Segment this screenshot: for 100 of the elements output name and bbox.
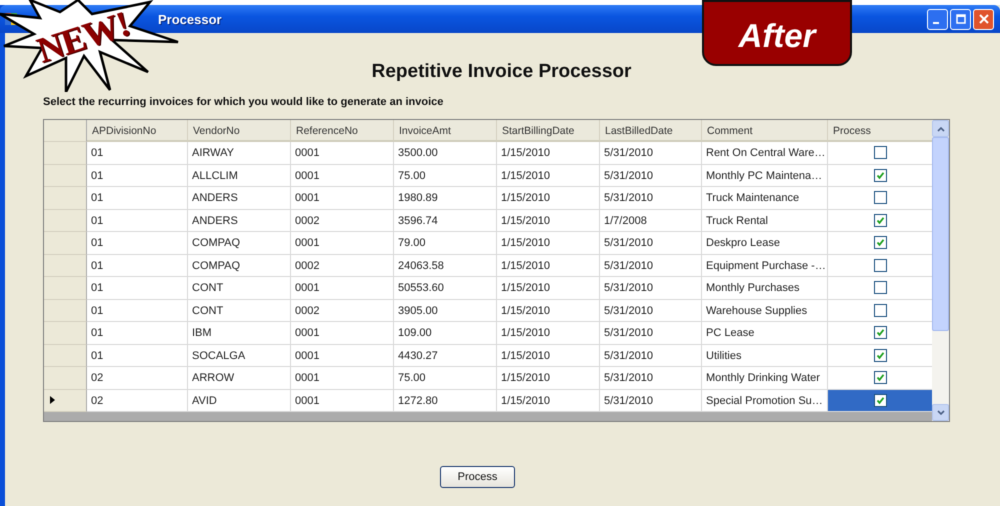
process-checkbox[interactable] <box>874 258 886 272</box>
table-cell: CONT <box>188 300 291 322</box>
minimize-icon <box>932 22 938 24</box>
table-cell: Warehouse Supplies <box>702 300 828 322</box>
table-cell: 0001 <box>291 367 394 390</box>
table-cell: 01 <box>87 142 188 164</box>
table-cell: 1/7/2008 <box>600 210 702 232</box>
table-cell: 3500.00 <box>394 142 497 164</box>
table-cell: 3596.74 <box>394 210 497 232</box>
vertical-scrollbar[interactable] <box>932 120 949 421</box>
table-cell: 1/15/2010 <box>497 232 600 254</box>
table-cell: 5/31/2010 <box>600 164 702 187</box>
process-checkbox[interactable] <box>874 191 886 204</box>
table-cell: 1/15/2010 <box>497 164 600 187</box>
column-header[interactable]: LastBilledDate <box>600 120 702 142</box>
close-icon <box>978 14 988 24</box>
table-cell: 01 <box>87 322 188 344</box>
after-badge: After <box>702 0 852 66</box>
process-checkbox[interactable] <box>874 146 886 160</box>
down-chevron-icon <box>936 410 944 416</box>
up-chevron-icon <box>936 126 944 132</box>
process-checkbox[interactable] <box>874 281 886 294</box>
process-checkbox[interactable] <box>874 236 886 250</box>
table-cell: Monthly Purchases <box>702 277 828 300</box>
table-cell: 5/31/2010 <box>600 232 702 254</box>
table-cell: 0002 <box>291 210 394 232</box>
table-cell: 1/15/2010 <box>497 254 600 277</box>
table-cell: 0002 <box>291 300 394 322</box>
table-cell: 79.00 <box>394 232 497 254</box>
process-checkbox[interactable] <box>874 168 886 182</box>
table-cell: 01 <box>87 344 188 367</box>
scroll-up-button[interactable] <box>932 120 949 137</box>
process-checkbox[interactable] <box>874 371 886 384</box>
table-cell: CONT <box>188 277 291 300</box>
table-cell: 1/15/2010 <box>497 367 600 390</box>
maximize-button[interactable] <box>950 8 971 30</box>
table-cell: 01 <box>87 232 188 254</box>
table-cell: 1980.89 <box>394 187 497 210</box>
table-cell: Rent On Central Ware… <box>702 142 828 164</box>
table-cell: 01 <box>87 210 188 232</box>
table-cell: 1/15/2010 <box>497 344 600 367</box>
table-cell: 0002 <box>291 254 394 277</box>
table-cell: COMPAQ <box>188 254 291 277</box>
column-header[interactable]: StartBillingDate <box>497 120 600 142</box>
column-header[interactable]: Process <box>828 120 932 142</box>
process-checkbox[interactable] <box>874 214 886 227</box>
close-button[interactable] <box>973 8 994 30</box>
form-heading: Repetitive Invoice Processor <box>370 61 632 83</box>
table-cell: 4430.27 <box>394 344 497 367</box>
table-cell: 5/31/2010 <box>600 300 702 322</box>
table-cell: SOCALGA <box>188 344 291 367</box>
table-cell: 1/15/2010 <box>497 322 600 344</box>
table-cell: ALLCLIM <box>188 164 291 187</box>
scroll-down-button[interactable] <box>932 404 949 421</box>
table-cell: 1/15/2010 <box>497 300 600 322</box>
table-cell: ANDERS <box>188 210 291 232</box>
table-cell: 5/31/2010 <box>600 142 702 164</box>
table-cell: Deskpro Lease <box>702 232 828 254</box>
maximize-icon <box>956 14 966 24</box>
column-header[interactable]: APDivisionNo <box>87 120 188 142</box>
table-cell: 01 <box>87 277 188 300</box>
column-header[interactable]: Comment <box>702 120 828 142</box>
table-cell: 0001 <box>291 277 394 300</box>
process-checkbox[interactable] <box>874 326 886 340</box>
column-header[interactable]: InvoiceAmt <box>394 120 497 142</box>
table-cell: 01 <box>87 164 188 187</box>
table-cell: AVID <box>188 390 291 412</box>
process-button[interactable]: Process <box>440 466 515 488</box>
table-cell: 0001 <box>291 187 394 210</box>
table-cell: 24063.58 <box>394 254 497 277</box>
table-cell: Monthly Drinking Water <box>702 367 828 390</box>
scrollbar-thumb[interactable] <box>932 137 949 331</box>
table-cell: 5/31/2010 <box>600 322 702 344</box>
table-cell: 5/31/2010 <box>600 277 702 300</box>
table-cell: 1/15/2010 <box>497 142 600 164</box>
minimize-button[interactable] <box>927 8 948 30</box>
table-cell: 0001 <box>291 344 394 367</box>
table-cell: 02 <box>87 390 188 412</box>
table-cell: 5/31/2010 <box>600 344 702 367</box>
table-cell: 109.00 <box>394 322 497 344</box>
table-cell: 5/31/2010 <box>600 367 702 390</box>
process-checkbox[interactable] <box>874 304 886 317</box>
column-header[interactable]: ReferenceNo <box>291 120 394 142</box>
table-cell: IBM <box>188 322 291 344</box>
table-cell: Equipment Purchase -… <box>702 254 828 277</box>
table-cell: 0001 <box>291 232 394 254</box>
table-cell: 5/31/2010 <box>600 187 702 210</box>
table-cell: 1/15/2010 <box>497 210 600 232</box>
row-header[interactable] <box>44 390 87 412</box>
table-cell: 75.00 <box>394 367 497 390</box>
table-cell: 75.00 <box>394 164 497 187</box>
table-cell: 0001 <box>291 322 394 344</box>
column-header[interactable]: VendorNo <box>188 120 291 142</box>
table-cell: 3905.00 <box>394 300 497 322</box>
table-cell: Truck Rental <box>702 210 828 232</box>
process-checkbox[interactable] <box>874 348 886 362</box>
process-checkbox[interactable] <box>874 394 886 407</box>
table-cell: 50553.60 <box>394 277 497 300</box>
table-cell: COMPAQ <box>188 232 291 254</box>
table-cell: ARROW <box>188 367 291 390</box>
